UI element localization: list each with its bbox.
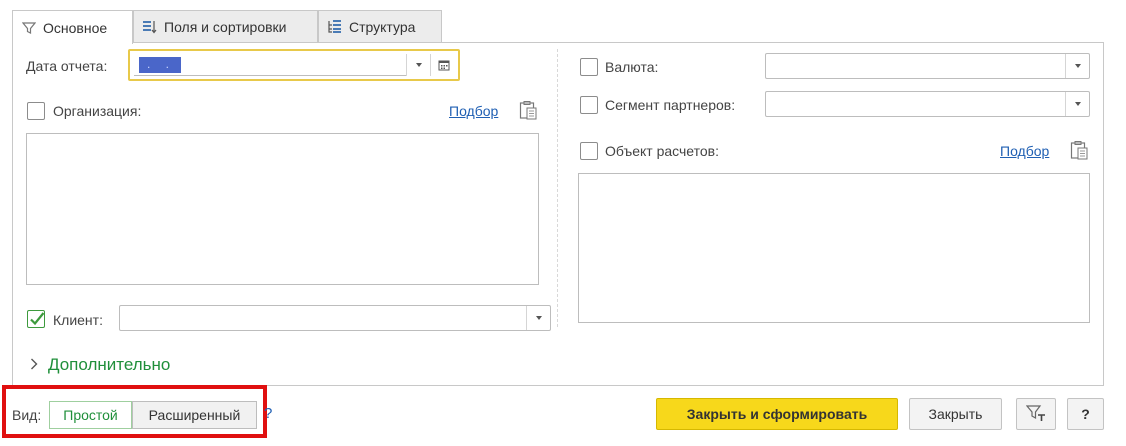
tab-fields-sort[interactable]: Поля и сортировки: [133, 10, 318, 43]
object-list[interactable]: [578, 173, 1090, 323]
column-divider: [557, 49, 558, 327]
client-select[interactable]: [119, 305, 551, 331]
report-date-label: Дата отчета:: [26, 58, 108, 74]
client-checkbox[interactable]: [27, 310, 45, 328]
chevron-down-icon[interactable]: [1065, 92, 1089, 116]
object-label: Объект расчетов:: [605, 143, 719, 159]
view-simple-button[interactable]: Простой: [49, 401, 132, 429]
currency-select[interactable]: [765, 53, 1090, 79]
currency-checkbox[interactable]: [580, 58, 598, 76]
help-button[interactable]: ?: [1067, 398, 1104, 430]
report-date-value: . .: [139, 57, 181, 73]
filter-settings-icon: [1025, 404, 1046, 425]
organization-label: Организация:: [53, 103, 142, 119]
client-label: Клиент:: [53, 312, 103, 328]
clipboard-icon[interactable]: [1070, 140, 1088, 163]
report-date-input[interactable]: . .: [134, 54, 406, 76]
view-simple-label: Простой: [63, 407, 118, 423]
segment-select[interactable]: [765, 91, 1090, 117]
chevron-right-icon: [30, 355, 38, 375]
fields-sort-icon: [142, 19, 158, 35]
calendar-icon[interactable]: [430, 54, 456, 76]
chevron-down-icon[interactable]: [1065, 54, 1089, 78]
tab-structure[interactable]: Структура: [318, 10, 442, 43]
tab-structure-label: Структура: [349, 19, 416, 35]
filter-settings-button[interactable]: [1016, 398, 1056, 430]
additional-label: Дополнительно: [48, 355, 171, 374]
clipboard-icon[interactable]: [519, 100, 537, 123]
close-and-build-label: Закрыть и сформировать: [686, 406, 868, 422]
filter-icon: [21, 20, 37, 36]
segment-label: Сегмент партнеров:: [605, 97, 736, 113]
additional-section-toggle[interactable]: Дополнительно: [30, 355, 170, 375]
object-pick-link[interactable]: Подбор: [1000, 143, 1049, 159]
report-date-field[interactable]: . .: [128, 49, 460, 81]
currency-label: Валюта:: [605, 59, 659, 75]
organization-list[interactable]: [26, 133, 539, 285]
structure-icon: [327, 19, 343, 35]
segment-checkbox[interactable]: [580, 96, 598, 114]
help-button-label: ?: [1081, 406, 1090, 422]
chevron-down-icon[interactable]: [526, 306, 550, 330]
view-extended-button[interactable]: Расширенный: [132, 401, 257, 429]
view-help-mark[interactable]: ?: [264, 405, 272, 422]
close-label: Закрыть: [928, 406, 983, 422]
report-date-dropdown-icon[interactable]: [406, 54, 430, 76]
close-button[interactable]: Закрыть: [909, 398, 1002, 430]
organization-pick-link[interactable]: Подбор: [449, 103, 498, 119]
view-extended-label: Расширенный: [148, 407, 241, 423]
close-and-build-button[interactable]: Закрыть и сформировать: [656, 398, 898, 430]
object-checkbox[interactable]: [580, 142, 598, 160]
organization-checkbox[interactable]: [27, 102, 45, 120]
tab-main-label: Основное: [43, 19, 108, 36]
view-label: Вид:: [12, 407, 42, 423]
tab-fields-sort-label: Поля и сортировки: [164, 19, 287, 35]
tab-main[interactable]: Основное: [12, 10, 133, 44]
